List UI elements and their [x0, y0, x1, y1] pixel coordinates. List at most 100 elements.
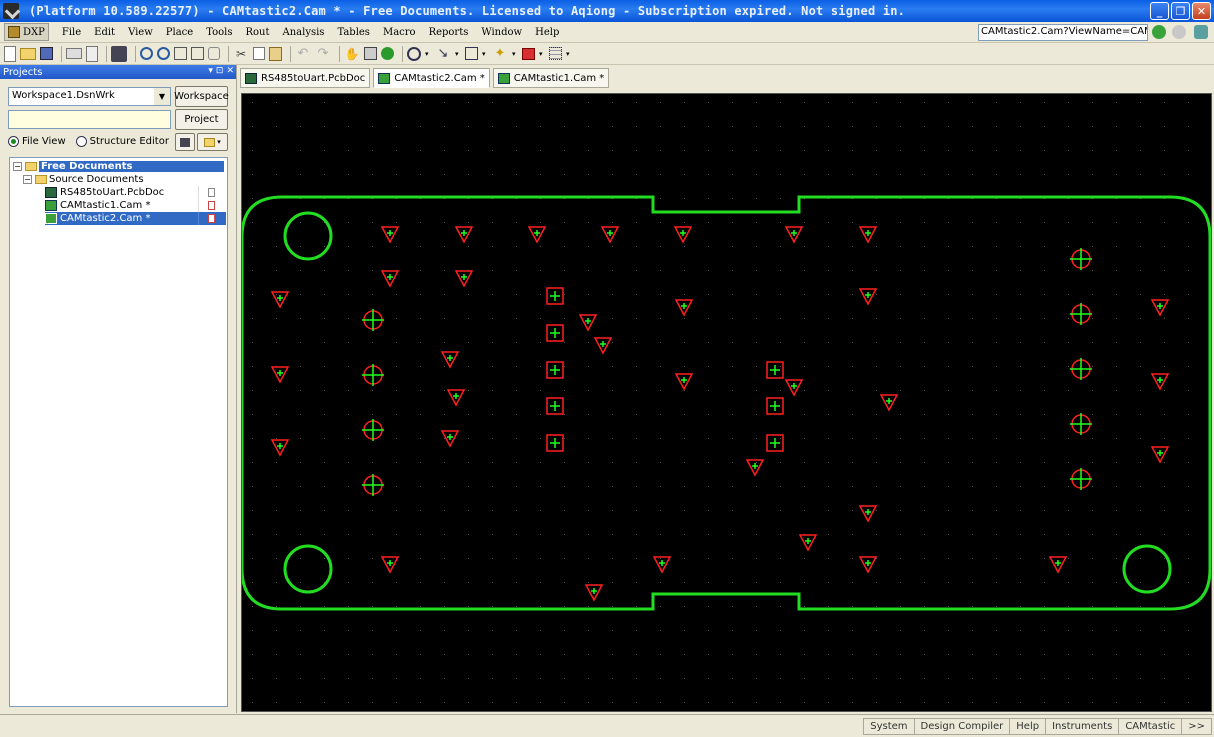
dxp-menu[interactable]: DXP: [4, 23, 49, 41]
open-folder-icon[interactable]: [20, 47, 36, 60]
navigation-address-input[interactable]: CAMtastic2.Cam?ViewName=CAMtasti: [978, 24, 1148, 41]
toolbar-separator: [290, 45, 291, 62]
menu-analysis[interactable]: Analysis: [283, 27, 325, 38]
status-help-button[interactable]: Help: [1009, 717, 1047, 735]
menu-edit[interactable]: Edit: [94, 27, 115, 38]
cam-document-icon: [45, 200, 57, 211]
dropdown-arrow-icon[interactable]: ▾: [482, 46, 488, 62]
cut-icon[interactable]: ✂: [233, 46, 249, 62]
menu-help[interactable]: Help: [535, 27, 559, 38]
panel-menu-icon[interactable]: ▾: [208, 66, 213, 76]
dxp-label: DXP: [23, 26, 45, 38]
cam-drawing[interactable]: [240, 94, 1212, 711]
nav-back-icon[interactable]: [1152, 25, 1166, 39]
dropdown-arrow-icon[interactable]: ▾: [512, 46, 518, 62]
paste-icon[interactable]: [269, 46, 282, 61]
layers-icon[interactable]: [111, 45, 127, 62]
tree-file-camtastic2[interactable]: CAMtastic2.Cam *: [45, 212, 226, 225]
toolbar-separator: [228, 45, 229, 62]
nav-forward-icon[interactable]: [1172, 25, 1186, 39]
minimize-button[interactable]: _: [1150, 2, 1169, 20]
dropdown-arrow-icon[interactable]: ▾: [425, 46, 431, 62]
menu-tables[interactable]: Tables: [337, 27, 370, 38]
collapse-icon[interactable]: −: [13, 162, 22, 171]
workspace-button[interactable]: Workspace: [174, 86, 229, 107]
tab-camtastic2-cam[interactable]: CAMtastic2.Cam *: [373, 68, 490, 88]
cam-document-icon: [378, 72, 391, 84]
status-design-compiler-button[interactable]: Design Compiler: [913, 717, 1011, 735]
panel-close-icon[interactable]: ✕: [226, 66, 234, 76]
nav-home-icon[interactable]: [1194, 25, 1208, 39]
rectangle-tool-icon[interactable]: [465, 47, 478, 60]
zoom-fit-icon[interactable]: [191, 47, 204, 60]
structure-editor-radio[interactable]: [75, 136, 87, 147]
line-tool-icon[interactable]: ↘: [435, 46, 451, 62]
menu-bar: DXP File Edit View Place Tools Rout Anal…: [0, 22, 1214, 43]
netlist-icon[interactable]: [381, 47, 394, 60]
file-status-icon: [198, 186, 226, 199]
file-view-radio-group: File View Structure Editor: [8, 136, 169, 147]
file-view-radio[interactable]: [8, 136, 19, 147]
project-options-icon[interactable]: [175, 133, 195, 151]
zoom-out-icon[interactable]: [157, 47, 170, 60]
app-icon: [3, 3, 19, 19]
tree-file-pcbdoc[interactable]: RS485toUart.PcbDoc: [45, 186, 226, 199]
tab-rs485touart-pcbdoc[interactable]: RS485toUart.PcbDoc: [240, 68, 371, 88]
color-select-icon[interactable]: [522, 47, 535, 60]
undo-icon[interactable]: ↶: [295, 46, 311, 62]
tree-group-source-documents[interactable]: − Source Documents: [23, 173, 144, 186]
tree-root-free-documents[interactable]: − Free Documents: [13, 160, 226, 173]
pan-icon[interactable]: [208, 47, 220, 60]
panelize-icon[interactable]: [364, 47, 377, 60]
file-status-icon: [198, 212, 226, 225]
print-icon[interactable]: [66, 48, 82, 59]
panel-pin-icon[interactable]: ⊡: [216, 66, 224, 76]
tab-label: CAMtastic1.Cam *: [513, 72, 605, 84]
hand-select-icon[interactable]: ✋: [344, 46, 360, 62]
menu-reports[interactable]: Reports: [429, 27, 469, 38]
status-instruments-button[interactable]: Instruments: [1045, 717, 1120, 735]
print-preview-icon[interactable]: [86, 45, 98, 62]
menu-macro[interactable]: Macro: [383, 27, 416, 38]
copy-icon[interactable]: [253, 47, 265, 60]
arc-tool-icon[interactable]: [407, 46, 421, 61]
toolbar-separator: [106, 45, 107, 62]
maximize-button[interactable]: ❐: [1171, 2, 1190, 20]
flash-tool-icon[interactable]: ✦: [492, 46, 508, 62]
chevron-down-icon[interactable]: ▼: [154, 88, 170, 105]
new-document-icon[interactable]: [4, 45, 16, 62]
status-more-button[interactable]: >>: [1181, 717, 1212, 735]
main-toolbar: ✂ ↶ ↷ ✋ ▾ ↘ ▾ ▾ ✦ ▾ ▾ ▾: [0, 43, 1214, 65]
status-camtastic-button[interactable]: CAMtastic: [1118, 717, 1183, 735]
project-button[interactable]: Project: [175, 109, 228, 130]
dxp-icon: [8, 26, 20, 38]
zoom-in-icon[interactable]: [140, 47, 153, 60]
collapse-icon[interactable]: −: [23, 175, 32, 184]
workspace-select[interactable]: Workspace1.DsnWrk ▼: [8, 87, 171, 106]
grid-icon[interactable]: [549, 47, 562, 60]
cam-canvas[interactable]: [240, 93, 1212, 712]
menu-rout[interactable]: Rout: [245, 27, 269, 38]
tab-label: RS485toUart.PcbDoc: [261, 72, 366, 84]
close-button[interactable]: ✕: [1192, 2, 1211, 20]
tree-file-camtastic1[interactable]: CAMtastic1.Cam *: [45, 199, 226, 212]
project-input[interactable]: [8, 110, 171, 129]
redo-icon[interactable]: ↷: [315, 46, 331, 62]
tab-camtastic1-cam[interactable]: CAMtastic1.Cam *: [492, 68, 610, 88]
projects-panel: Projects ▾ ⊡ ✕ Workspace1.DsnWrk ▼ Works…: [0, 65, 237, 713]
tree-file-label: CAMtastic1.Cam *: [60, 200, 151, 211]
menu-tools[interactable]: Tools: [206, 27, 232, 38]
menu-place[interactable]: Place: [166, 27, 193, 38]
menu-file[interactable]: File: [62, 27, 81, 38]
project-folder-dropdown-icon[interactable]: ▾: [197, 133, 228, 151]
status-system-button[interactable]: System: [863, 717, 915, 735]
dropdown-arrow-icon[interactable]: ▾: [566, 46, 572, 62]
window-title: (Platform 10.589.22577) - CAMtastic2.Cam…: [29, 4, 906, 18]
zoom-area-icon[interactable]: [174, 47, 187, 60]
menu-window[interactable]: Window: [481, 27, 522, 38]
dropdown-arrow-icon[interactable]: ▾: [539, 46, 545, 62]
menu-view[interactable]: View: [128, 27, 153, 38]
dropdown-arrow-icon[interactable]: ▾: [455, 46, 461, 62]
document-tabs: RS485toUart.PcbDoc CAMtastic2.Cam * CAMt…: [240, 68, 610, 88]
save-icon[interactable]: [40, 47, 53, 60]
